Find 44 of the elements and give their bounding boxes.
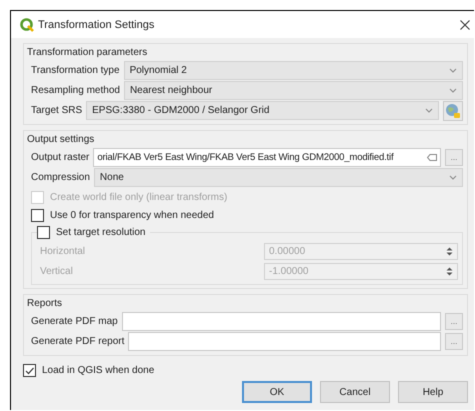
caret-icon	[449, 175, 457, 180]
checkbox-label: Use 0 for transparency when needed	[50, 210, 214, 220]
browse-button[interactable]: ...	[445, 149, 463, 166]
spinner-arrows-icon	[446, 247, 453, 256]
browse-button[interactable]: ...	[445, 333, 463, 350]
field-label: Output raster	[31, 152, 90, 163]
dialog-button[interactable]: Help	[398, 381, 468, 403]
field-label: Vertical	[39, 266, 74, 277]
checkbox[interactable]	[37, 226, 50, 239]
field-label: Target SRS	[31, 105, 82, 116]
dropdown[interactable]: Nearest neighbour	[124, 81, 463, 100]
field-label: Horizontal	[39, 246, 86, 257]
group-title: Transformation parameters	[27, 47, 148, 58]
checkbox-label: Create world file only (linear transforms)	[50, 192, 228, 202]
app-icon	[20, 18, 34, 32]
input-field[interactable]	[128, 332, 441, 351]
caret-icon	[449, 88, 457, 93]
input-field[interactable]: orial/FKAB Ver5 East Wing/FKAB Ver5 East Wing GDM2000_modified.tif	[93, 148, 441, 167]
crs-select-button[interactable]	[443, 100, 463, 120]
checkbox[interactable]	[31, 208, 44, 222]
dialog-button[interactable]: Cancel	[320, 381, 390, 403]
checkbox-label: Load in QGIS when done	[42, 364, 154, 376]
field-label: Resampling method	[31, 85, 120, 96]
input-field[interactable]	[122, 312, 441, 331]
dropdown[interactable]: Polynomial 2	[124, 61, 463, 80]
spinner-arrows-icon	[446, 267, 453, 276]
caret-icon	[449, 68, 457, 73]
group-title: Output settings	[27, 134, 96, 145]
close-icon	[460, 20, 470, 30]
clear-icon	[427, 154, 437, 161]
field-label: Generate PDF report	[31, 336, 124, 347]
field-label: Compression	[31, 172, 90, 183]
checkbox[interactable]	[23, 364, 36, 376]
caret-icon	[425, 108, 433, 113]
group-title: Reports	[27, 298, 64, 309]
globe-icon	[445, 102, 461, 118]
dropdown[interactable]: None	[94, 168, 463, 187]
window-title: Transformation Settings	[38, 18, 156, 30]
dropdown[interactable]: EPSG:3380 - GDM2000 / Selangor Grid	[86, 101, 439, 120]
dialog-button[interactable]: OK	[242, 381, 312, 403]
field-label: Transformation type	[31, 65, 120, 76]
field-label: Generate PDF map	[31, 316, 118, 327]
browse-button[interactable]: ...	[445, 313, 463, 330]
checkbox-label: Set target resolution	[56, 227, 146, 238]
